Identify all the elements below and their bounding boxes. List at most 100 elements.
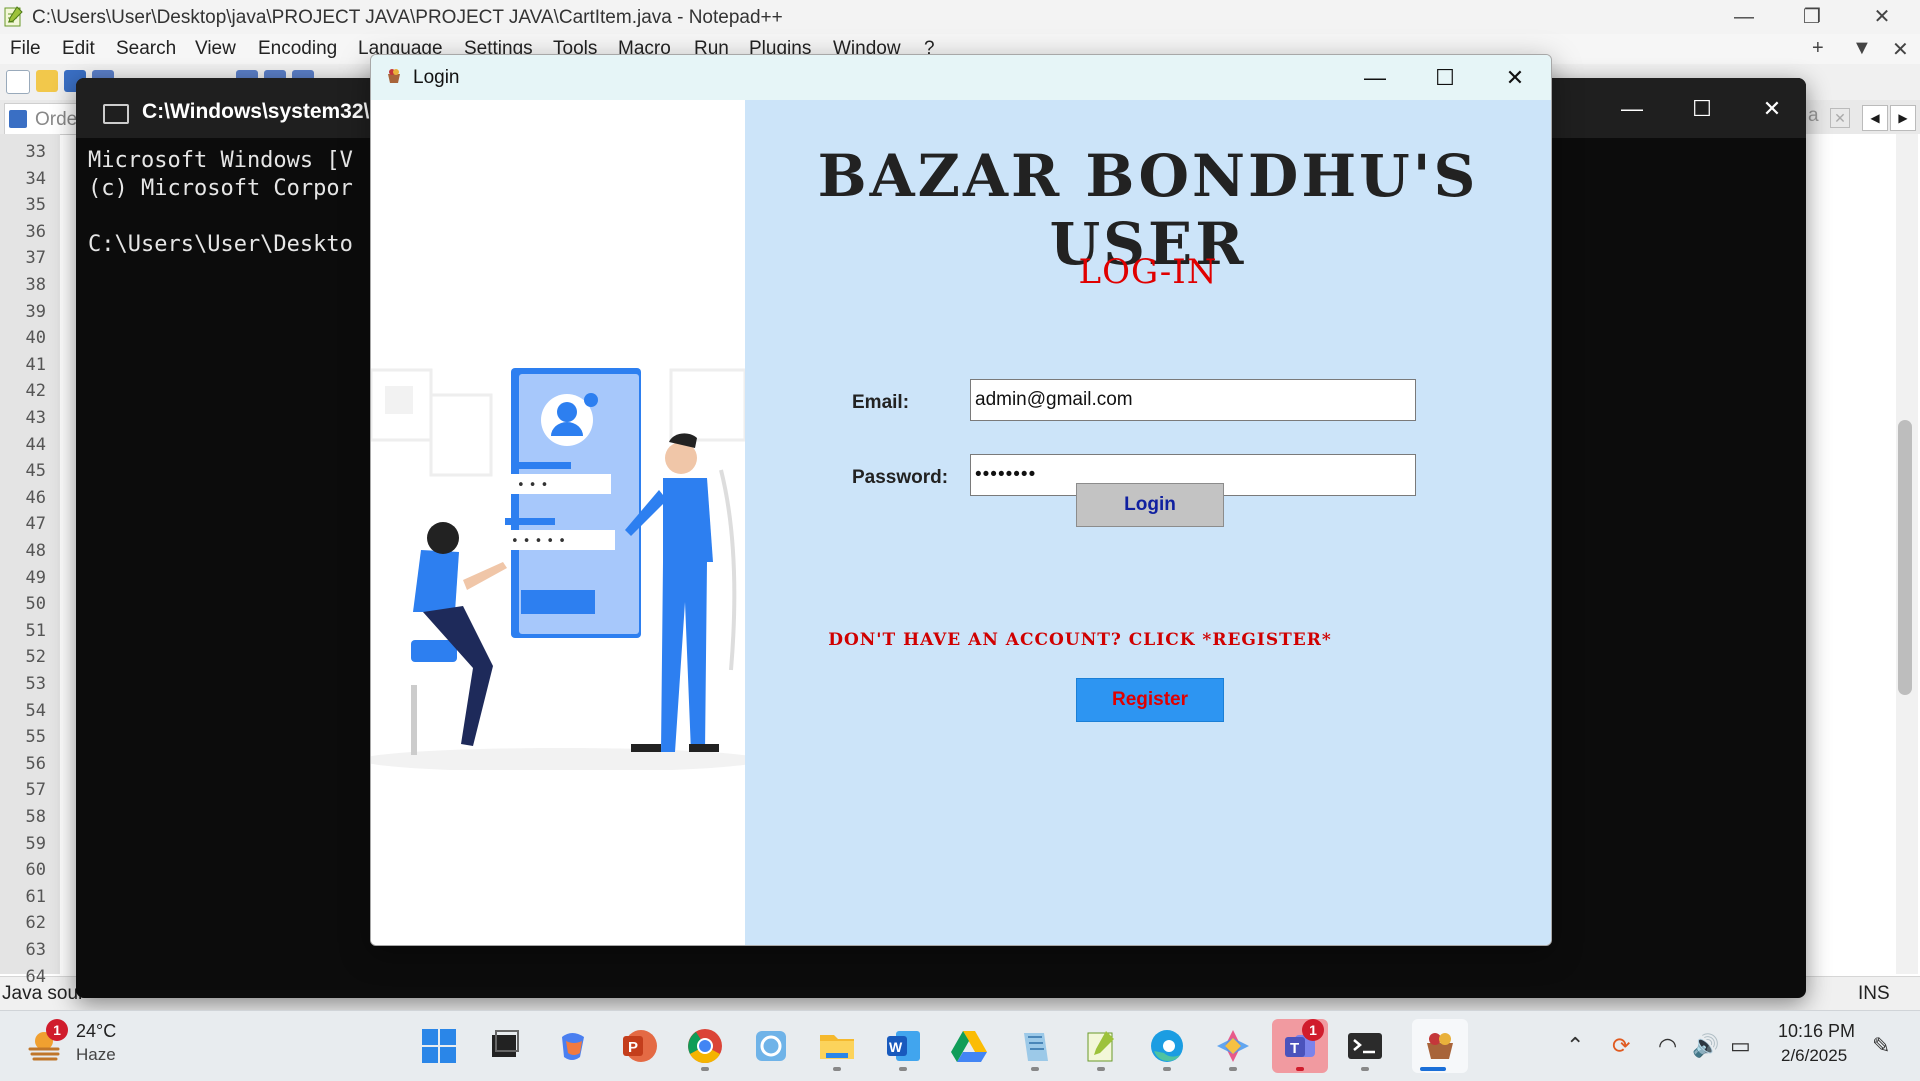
new-file-icon[interactable]: [6, 70, 30, 94]
line-number: 37: [25, 248, 46, 269]
photos-icon[interactable]: [752, 1027, 790, 1065]
task-view-icon[interactable]: [486, 1027, 524, 1065]
notepad-icon[interactable]: [1016, 1027, 1054, 1065]
cmd-maximize-button[interactable]: ☐: [1682, 94, 1722, 124]
line-number: 48: [25, 541, 46, 561]
open-file-icon[interactable]: [36, 70, 58, 92]
saved-file-icon: [9, 110, 27, 128]
menu-file[interactable]: File: [10, 38, 41, 60]
running-indicator: [1031, 1067, 1039, 1071]
illustration-field1-dots: • • •: [517, 478, 548, 493]
cmd-title: C:\Windows\system32\c: [142, 100, 382, 123]
line-number: 57: [25, 780, 46, 801]
chrome-icon[interactable]: [686, 1027, 724, 1065]
active-indicator: [1420, 1067, 1446, 1071]
file-explorer-icon[interactable]: [818, 1027, 856, 1065]
line-number: 44: [25, 434, 46, 455]
weather-description: Haze: [76, 1045, 116, 1064]
line-number: 61: [25, 886, 46, 907]
battery-icon[interactable]: ▭: [1730, 1033, 1751, 1059]
clock-time[interactable]: 10:16 PM: [1778, 1021, 1855, 1042]
edge-icon[interactable]: [1148, 1027, 1186, 1065]
menu-edit[interactable]: Edit: [62, 38, 95, 60]
line-number: 53: [25, 674, 46, 694]
weather-widget[interactable]: 1: [26, 1019, 68, 1065]
gemini-icon[interactable]: [1214, 1027, 1252, 1065]
line-number: 50: [25, 594, 46, 615]
line-number: 40: [25, 328, 46, 349]
show-hidden-icons[interactable]: ⌃: [1566, 1033, 1584, 1059]
start-icon[interactable]: [420, 1027, 458, 1065]
running-indicator: [833, 1067, 841, 1071]
notepadpp-title: C:\Users\User\Desktop\java\PROJECT JAVA\…: [32, 7, 783, 28]
running-indicator: [1097, 1067, 1105, 1071]
line-number: 45: [25, 461, 46, 482]
menu-view[interactable]: View: [195, 38, 236, 60]
sync-icon[interactable]: ⟳: [1612, 1033, 1630, 1059]
login-minimize-button[interactable]: —: [1353, 63, 1397, 93]
volume-icon[interactable]: 🔊: [1692, 1033, 1719, 1059]
terminal-icon[interactable]: [1346, 1027, 1384, 1065]
teams-icon[interactable]: T 1: [1272, 1019, 1328, 1073]
tab-close-icon[interactable]: ✕: [1830, 108, 1850, 128]
line-number: 58: [25, 807, 46, 827]
menu-search[interactable]: Search: [116, 38, 176, 60]
right-file-tab-label[interactable]: a: [1808, 105, 1819, 127]
line-number: 55: [25, 727, 46, 748]
line-number: 46: [25, 487, 46, 508]
vertical-scrollbar-thumb[interactable]: [1898, 420, 1912, 695]
notepadpp-icon[interactable]: [1082, 1027, 1120, 1065]
taskbar: 1 24°C Haze P W T 1 ⌃ ⟳ ◠ 🔊 ▭ 10:16 PM 2…: [0, 1010, 1920, 1081]
line-number: 41: [25, 354, 46, 375]
login-button[interactable]: Login: [1076, 483, 1224, 527]
svg-text:T: T: [1290, 1040, 1299, 1057]
register-button[interactable]: Register: [1076, 678, 1224, 722]
line-number: 42: [25, 381, 46, 402]
restore-button[interactable]: ❐: [1792, 2, 1832, 32]
powerpoint-icon[interactable]: P: [620, 1027, 658, 1065]
copilot-icon[interactable]: [554, 1027, 592, 1065]
illustration-panel: • • • • • • • •: [371, 100, 745, 945]
line-number: 52: [25, 647, 46, 668]
login-titlebar: Login — ☐ ✕: [371, 55, 1551, 100]
scroll-tabs-right-icon[interactable]: ▶: [1890, 105, 1916, 131]
line-number: 51: [25, 620, 46, 641]
cmd-close-button[interactable]: ✕: [1752, 94, 1792, 124]
line-number: 60: [25, 860, 46, 881]
menu-encoding[interactable]: Encoding: [258, 38, 337, 60]
close-button[interactable]: ✕: [1862, 2, 1902, 32]
line-numbers: 33 34 35 36 37 38 39 40 41 42 43 44 45 46 47 48 49 50 51 52…: [0, 134, 60, 987]
word-icon[interactable]: W: [884, 1027, 922, 1065]
close-tab-icon[interactable]: ✕: [1892, 37, 1909, 62]
login-close-button[interactable]: ✕: [1493, 63, 1537, 93]
new-tab-icon[interactable]: +: [1812, 37, 1824, 60]
weather-temperature: 24°C: [76, 1021, 117, 1041]
notification-icon[interactable]: ✎: [1872, 1033, 1890, 1059]
line-number: 62: [25, 913, 46, 934]
line-number: 49: [25, 567, 46, 588]
email-field[interactable]: admin@gmail.com: [970, 379, 1416, 421]
line-number: 59: [25, 833, 46, 854]
svg-text:W: W: [889, 1039, 903, 1055]
tab-list-icon[interactable]: ▼: [1852, 37, 1872, 60]
password-label: Password:: [852, 467, 949, 488]
notepadpp-app-icon: [4, 6, 23, 27]
clock-date[interactable]: 2/6/2025: [1781, 1046, 1847, 1066]
login-illustration: • • • • • • • •: [371, 368, 745, 770]
minimize-button[interactable]: —: [1724, 2, 1764, 32]
java-app-icon: [388, 69, 400, 83]
console-icon: [103, 104, 129, 124]
google-drive-icon[interactable]: [950, 1027, 988, 1065]
login-form-panel: BAZAR BONDHU'S USER LOG-IN Email: admin@…: [745, 100, 1551, 945]
login-maximize-button[interactable]: ☐: [1423, 63, 1467, 93]
scroll-tabs-left-icon[interactable]: ◀: [1862, 105, 1888, 131]
line-number: 36: [25, 221, 46, 242]
line-number: 38: [25, 275, 46, 295]
running-indicator: [1361, 1067, 1369, 1071]
teams-badge: 1: [1302, 1019, 1324, 1041]
cmd-minimize-button[interactable]: —: [1612, 94, 1652, 124]
wifi-icon[interactable]: ◠: [1658, 1033, 1677, 1059]
line-number: 47: [25, 514, 46, 535]
running-indicator: [899, 1067, 907, 1071]
java-app-taskbar-icon[interactable]: [1412, 1019, 1468, 1073]
